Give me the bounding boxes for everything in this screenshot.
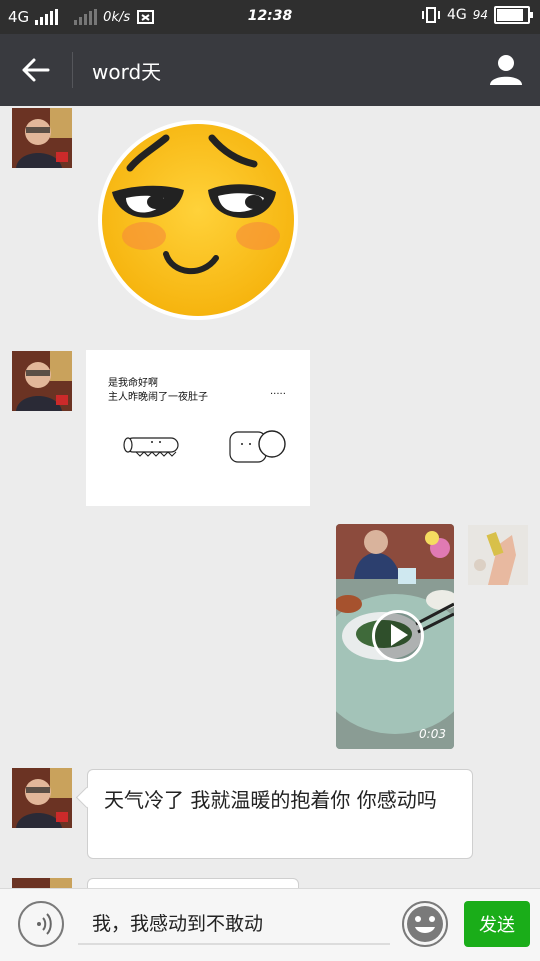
arrow-left-icon[interactable] xyxy=(20,56,52,84)
toilet-roll-drawing xyxy=(123,430,286,463)
voice-icon[interactable] xyxy=(18,901,64,947)
my-avatar[interactable] xyxy=(468,525,528,585)
cartoon-sticker[interactable]: 是我命好啊 主人昨晚闹了一夜肚子 ..... xyxy=(86,350,310,506)
status-bar: 4G 0k/s 12:38 4G 94 xyxy=(0,0,540,34)
sticker-caption-line1: 是我命好啊 xyxy=(108,378,158,389)
chat-title: word天 xyxy=(92,60,162,84)
person-icon[interactable] xyxy=(488,52,524,88)
chat-header: word天 xyxy=(0,34,540,106)
battery-icon xyxy=(494,6,533,24)
video-message[interactable]: 0:03 xyxy=(336,524,454,749)
contact-avatar[interactable] xyxy=(12,108,72,168)
play-icon[interactable] xyxy=(372,610,424,662)
battery-fill xyxy=(497,9,524,21)
smiley-icon[interactable] xyxy=(402,901,448,947)
header-divider xyxy=(72,52,73,88)
vibrate-icon xyxy=(421,7,440,23)
text-message[interactable]: 天气冷了 我就温暖的抱着你 你感动吗 xyxy=(87,769,473,859)
contact-avatar[interactable] xyxy=(12,351,72,411)
battery-percent: 94 xyxy=(472,8,488,22)
send-button[interactable]: 发送 xyxy=(464,901,530,947)
sticker-ellipsis: ..... xyxy=(270,386,286,397)
video-duration: 0:03 xyxy=(419,727,446,741)
smug-emoji-sticker[interactable] xyxy=(96,118,300,322)
contact-avatar[interactable] xyxy=(12,768,72,828)
sticker-caption-line2: 主人昨晚闹了一夜肚子 xyxy=(108,392,208,403)
status-right: 4G 94 xyxy=(421,6,533,24)
input-bar: 发送 xyxy=(0,888,540,961)
contact-avatar[interactable] xyxy=(12,878,72,888)
message-input[interactable] xyxy=(78,901,390,945)
message-text: 天气冷了 我就温暖的抱着你 你感动吗 xyxy=(104,788,437,812)
network-type-right: 4G xyxy=(446,7,467,23)
